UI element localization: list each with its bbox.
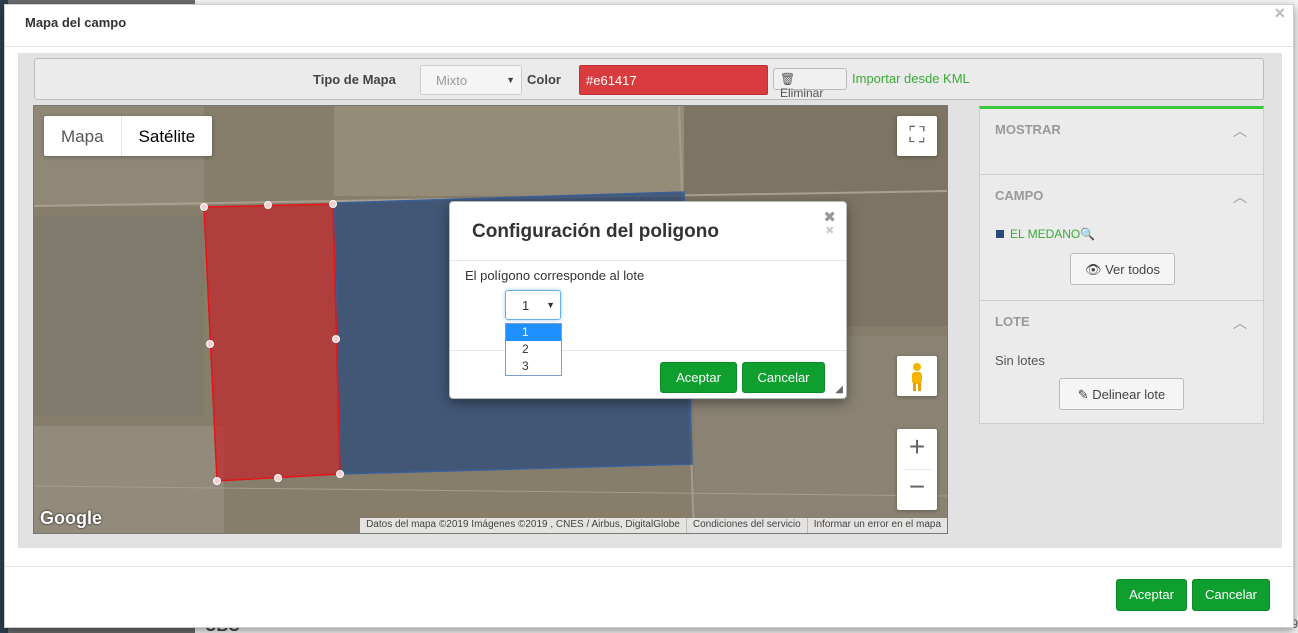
ver-todos-label: Ver todos [1105,262,1161,277]
campo-item-label: EL MEDANO [1010,227,1081,241]
section-lote: LOTE ︿ Sin lotes ✎ Delinear lote [980,301,1263,425]
fullscreen-button[interactable]: ⛶ [897,116,937,156]
import-kml-link[interactable]: Importar desde KML [852,71,970,86]
color-label: Color [527,72,561,87]
zoom-in-button[interactable]: + [897,431,937,463]
map-type-select[interactable]: Mixto ▼ [420,65,522,95]
lote-options-list: 1 2 3 [505,323,562,376]
modal-header: Mapa del campo × [5,3,1293,47]
footer-accept-button[interactable]: Aceptar [1116,579,1187,611]
chevron-up-icon[interactable]: ︿ [1233,121,1247,141]
campo-item[interactable]: EL MEDANO🔍 [996,227,1095,241]
sin-lotes-text: Sin lotes [995,353,1045,368]
google-logo: Google [40,508,102,528]
attribution-text: Datos del mapa ©2019 Imágenes ©2019 , CN… [360,518,687,533]
street-view-button[interactable] [897,356,937,396]
field-color-swatch [996,230,1004,238]
dialog-accept-button[interactable]: Aceptar [660,362,737,393]
ver-todos-button[interactable]: 👁 Ver todos [1070,253,1175,285]
right-panel: MOSTRAR ︿ CAMPO ︿ EL MEDANO🔍 👁 Ver todos… [979,106,1264,424]
dialog-close-icon[interactable]: ✖ ✖ [823,210,836,237]
footer-divider [5,566,1293,567]
footer-cancel-button[interactable]: Cancelar [1192,579,1270,611]
polygon-config-dialog: Configuración del poligono ✖ ✖ El polígon… [449,201,847,399]
map-type-value: Mixto [436,73,468,88]
delete-button-label: Eliminar [780,86,824,100]
section-lote-title[interactable]: LOTE [995,314,1030,329]
caret-down-icon: ▼ [546,300,555,310]
trash-icon: 🗑 [780,72,796,86]
zoom-out-button[interactable]: − [897,471,937,503]
resize-handle-icon[interactable]: ◢ [835,384,843,395]
map-attribution: Datos del mapa ©2019 Imágenes ©2019 , CN… [360,518,947,533]
lote-option[interactable]: 1 [506,324,561,341]
delete-button[interactable]: 🗑 Eliminar [773,68,847,100]
fullscreen-icon: ⛶ [909,122,925,147]
tab-mapa[interactable]: Mapa [44,116,121,156]
zoom-to-icon[interactable]: 🔍 [1080,227,1095,241]
chevron-up-icon[interactable]: ︿ [1233,187,1247,207]
close-icon[interactable]: × [1274,3,1285,24]
terms-link[interactable]: Condiciones del servicio [687,518,808,533]
section-campo-title[interactable]: CAMPO [995,188,1043,203]
dialog-prompt: El polígono corresponde al lote [465,268,645,283]
pegman-icon [912,363,922,391]
delinear-lote-label: Delinear lote [1092,387,1166,402]
zoom-control: + − [897,429,937,510]
eye-icon: 👁 [1084,262,1102,277]
section-mostrar-title[interactable]: MOSTRAR [995,122,1061,137]
report-error-link[interactable]: Informar un error en el mapa [808,518,947,533]
modal-title: Mapa del campo [25,15,127,30]
section-mostrar: MOSTRAR ︿ [980,109,1263,175]
color-input[interactable]: #e61417 [579,65,768,95]
dialog-title: Configuración del poligono [472,221,719,242]
map-toolbar: Tipo de Mapa Mixto ▼ Color #e61417 🗑 Eli… [34,58,1264,100]
delinear-lote-button[interactable]: ✎ Delinear lote [1059,378,1184,410]
lote-select[interactable]: 1 ▼ [505,290,561,320]
lote-select-value: 1 [522,298,530,313]
lote-option[interactable]: 2 [506,341,561,358]
tab-satelite[interactable]: Satélite [120,116,213,156]
caret-down-icon: ▼ [506,75,515,85]
map-type-tabs: Mapa Satélite [44,116,213,156]
zoom-divider [903,469,931,470]
dialog-cancel-button[interactable]: Cancelar [742,362,825,393]
dialog-divider-top [450,260,846,261]
map-type-label: Tipo de Mapa [313,72,396,87]
section-campo: CAMPO ︿ EL MEDANO🔍 👁 Ver todos [980,175,1263,301]
chevron-up-icon[interactable]: ︿ [1233,313,1247,333]
lote-option[interactable]: 3 [506,358,561,375]
pencil-icon: ✎ [1077,387,1089,402]
lot-polygon [203,203,341,482]
